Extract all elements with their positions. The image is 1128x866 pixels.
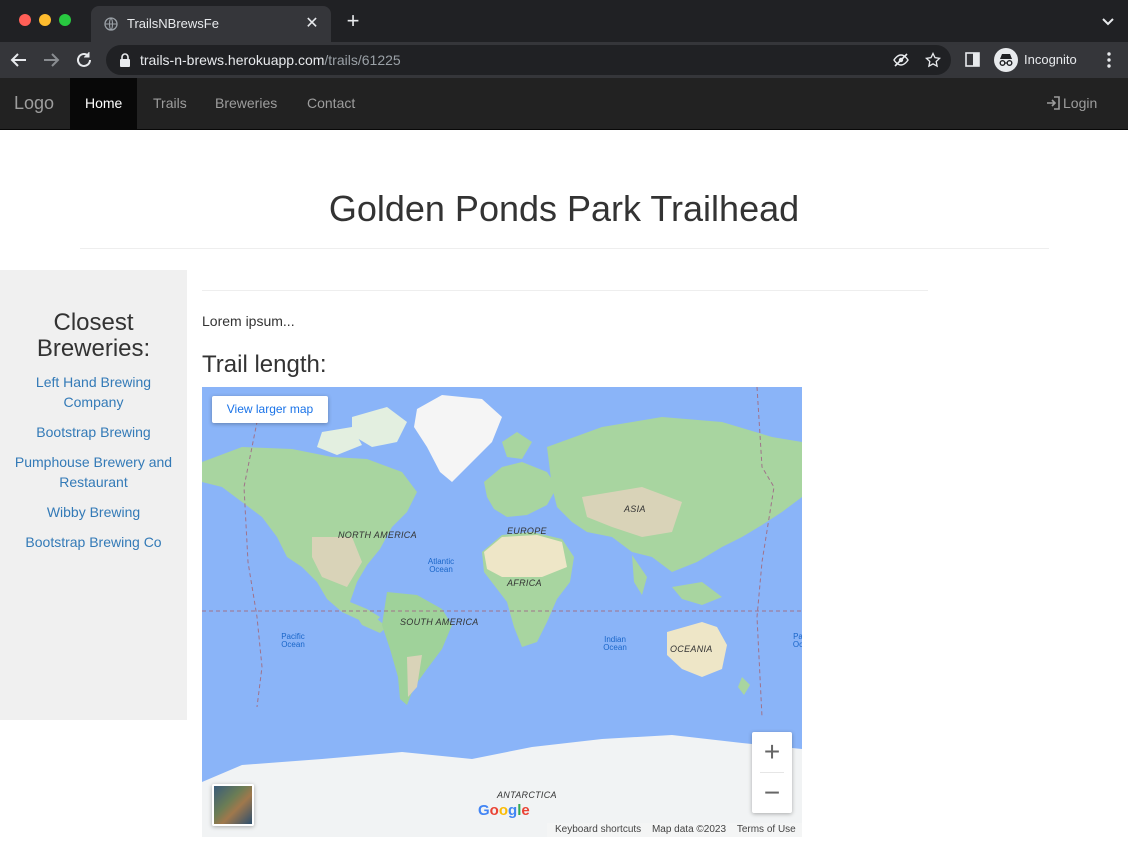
map-attribution: Keyboard shortcuts Map data ©2023 Terms … xyxy=(547,823,802,837)
incognito-icon xyxy=(994,48,1018,72)
chevron-down-icon[interactable] xyxy=(1100,13,1116,29)
more-menu-icon[interactable] xyxy=(1101,51,1117,69)
eye-off-icon[interactable] xyxy=(893,52,909,68)
map-label-pacific-ocean: Pacific Ocean xyxy=(281,632,305,649)
sidebar-heading: Closest Breweries: xyxy=(36,309,151,362)
browser-tab-bar: TrailsNBrewsFe ✕ + xyxy=(0,0,1128,42)
zoom-in-button[interactable]: + xyxy=(752,732,792,772)
brewery-list: Left Hand Brewing Company Bootstrap Brew… xyxy=(0,372,187,562)
lock-icon[interactable] xyxy=(119,53,131,67)
brewery-link[interactable]: Bootstrap Brewing xyxy=(0,422,187,442)
close-window-button[interactable] xyxy=(19,14,31,26)
map-label-atlantic-ocean: Atlantic Ocean xyxy=(427,557,455,574)
login-icon xyxy=(1047,96,1060,110)
nav-link-home[interactable]: Home xyxy=(70,78,138,129)
brewery-link[interactable]: Bootstrap Brewing Co xyxy=(0,532,187,552)
login-link[interactable]: Login xyxy=(1046,78,1097,129)
brewery-link[interactable]: Pumphouse Brewery and Restaurant xyxy=(0,452,187,492)
minimize-window-button[interactable] xyxy=(39,14,51,26)
map-data-text: Map data ©2023 xyxy=(651,824,727,835)
zoom-out-button[interactable]: − xyxy=(752,773,792,813)
map-label-pacific-ocean-edge: Pa Oc xyxy=(792,632,802,649)
globe-icon xyxy=(104,17,118,31)
satellite-toggle-button[interactable] xyxy=(212,784,254,826)
url-path: /trails/61225 xyxy=(324,52,401,68)
incognito-profile-button[interactable]: Incognito xyxy=(992,47,1088,73)
world-map-graphic xyxy=(202,387,802,837)
map-label-south-america: SOUTH AMERICA xyxy=(400,617,479,627)
nav-link-contact[interactable]: Contact xyxy=(292,78,370,129)
new-tab-icon[interactable]: + xyxy=(343,10,363,32)
map-label-oceania: OCEANIA xyxy=(670,644,713,654)
tab-title: TrailsNBrewsFe xyxy=(127,16,219,31)
maximize-window-button[interactable] xyxy=(59,14,71,26)
reload-icon[interactable] xyxy=(73,49,95,71)
closest-breweries-sidebar: Closest Breweries: Left Hand Brewing Com… xyxy=(0,270,187,720)
divider xyxy=(202,290,928,291)
map-label-asia: ASIA xyxy=(624,504,646,514)
map-label-europe: EUROPE xyxy=(507,526,547,536)
trail-description: Lorem ipsum... xyxy=(202,313,295,329)
url-text[interactable]: trails-n-brews.herokuapp.com/trails/6122… xyxy=(140,52,401,68)
site-navbar: Logo Home Trails Breweries Contact Login xyxy=(0,78,1128,130)
page-title: Golden Ponds Park Trailhead xyxy=(328,188,800,229)
side-panel-icon[interactable] xyxy=(965,52,980,67)
trail-length-heading: Trail length: xyxy=(202,351,327,378)
browser-toolbar: trails-n-brews.herokuapp.com/trails/6122… xyxy=(0,42,1128,78)
nav-link-trails[interactable]: Trails xyxy=(138,78,202,129)
forward-arrow-icon[interactable] xyxy=(40,49,62,71)
map-label-africa: AFRICA xyxy=(507,578,542,588)
url-host: trails-n-brews.herokuapp.com xyxy=(140,52,325,68)
browser-tab[interactable]: TrailsNBrewsFe ✕ xyxy=(91,6,331,42)
brewery-link[interactable]: Left Hand Brewing Company xyxy=(0,372,187,412)
view-larger-map-button[interactable]: View larger map xyxy=(212,396,328,423)
map-label-north-america: NORTH AMERICA xyxy=(338,530,417,540)
map-label-antarctica: ANTARCTICA xyxy=(497,790,557,800)
terms-of-use-link[interactable]: Terms of Use xyxy=(737,824,796,835)
embedded-map[interactable]: NORTH AMERICA SOUTH AMERICA EUROPE AFRIC… xyxy=(202,387,802,837)
incognito-label: Incognito xyxy=(1024,52,1077,67)
login-label: Login xyxy=(1063,95,1098,111)
address-bar[interactable]: trails-n-brews.herokuapp.com/trails/6122… xyxy=(106,45,951,75)
brewery-link[interactable]: Wibby Brewing xyxy=(0,502,187,522)
keyboard-shortcuts-link[interactable]: Keyboard shortcuts xyxy=(555,824,641,835)
back-arrow-icon[interactable] xyxy=(8,49,30,71)
nav-link-breweries[interactable]: Breweries xyxy=(200,78,292,129)
star-icon[interactable] xyxy=(925,52,941,68)
map-label-indian-ocean: Indian Ocean xyxy=(603,635,627,652)
brand-logo[interactable]: Logo xyxy=(14,93,54,114)
google-logo: Google xyxy=(478,802,530,819)
zoom-controls: + − xyxy=(752,732,792,813)
divider xyxy=(80,248,1049,249)
close-tab-icon[interactable]: ✕ xyxy=(302,14,322,34)
